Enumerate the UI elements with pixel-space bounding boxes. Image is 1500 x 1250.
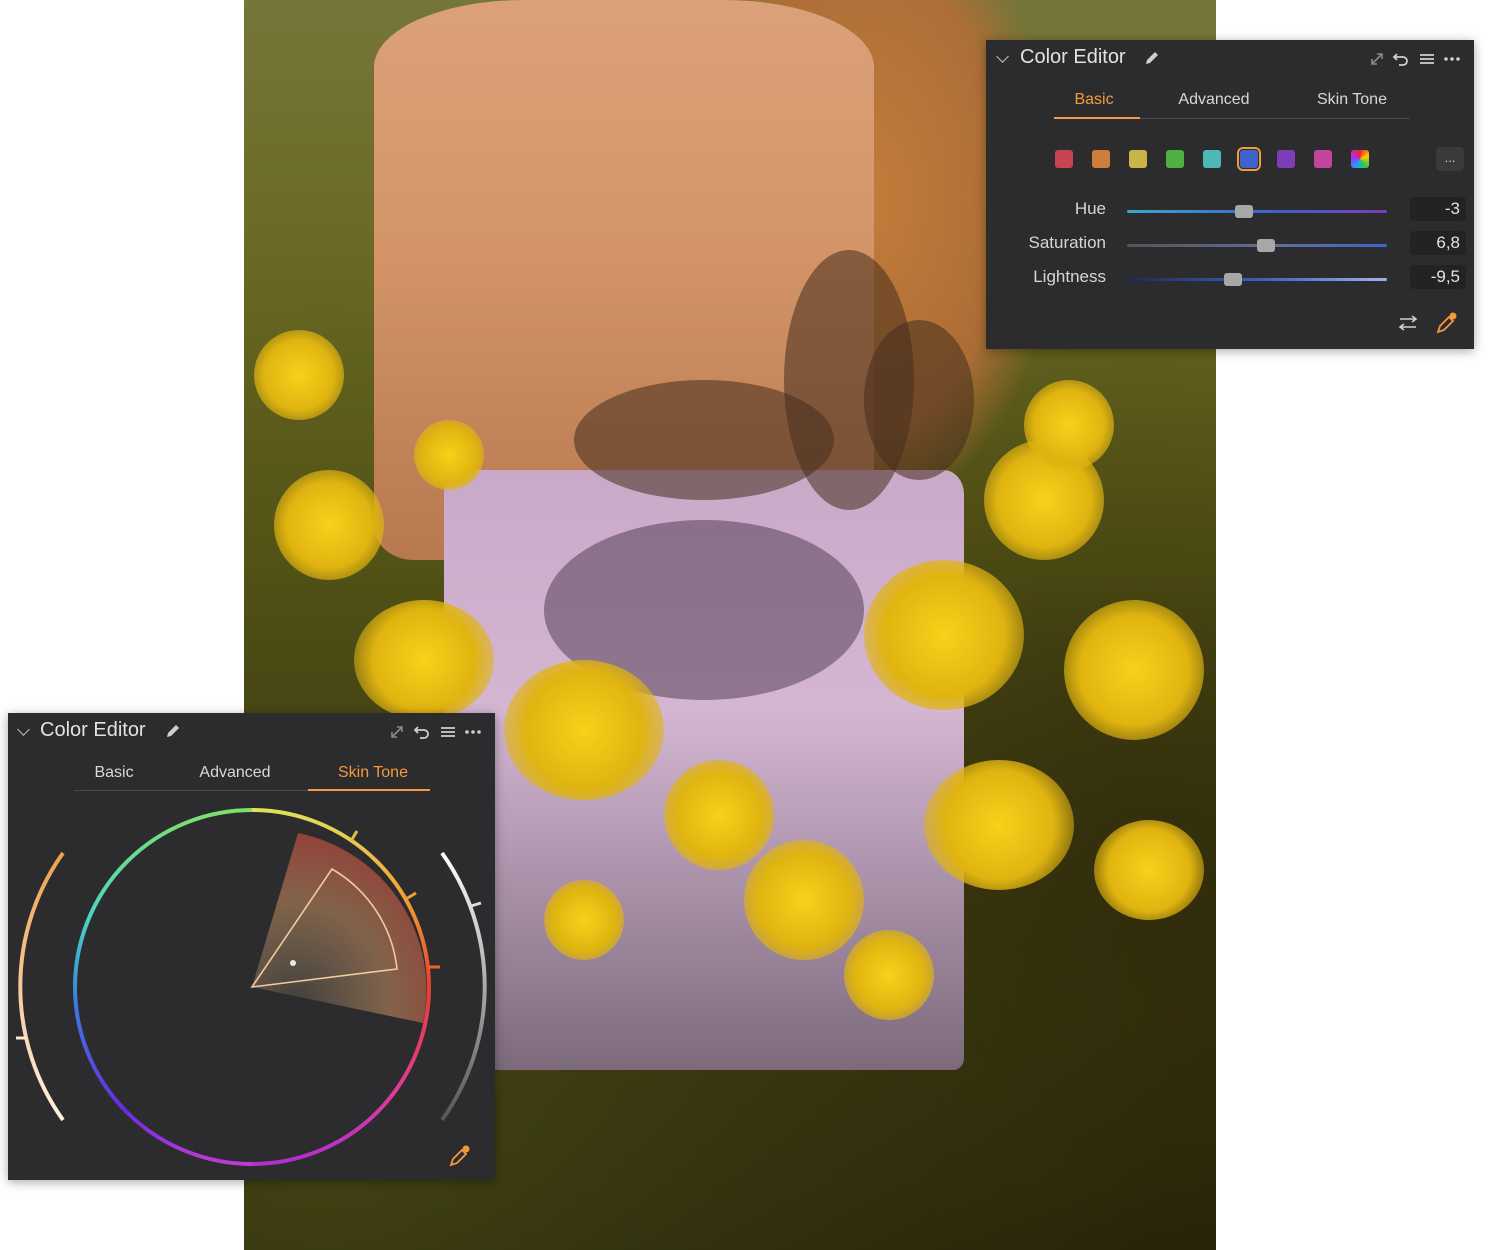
lightness-slider-track[interactable] [1127, 278, 1387, 281]
saturation-slider-thumb[interactable] [1257, 239, 1275, 252]
swatch-purple[interactable] [1277, 150, 1295, 168]
photo-flower [504, 660, 664, 800]
expand-icon[interactable] [1368, 50, 1386, 68]
photo-flower [274, 470, 384, 580]
swatch-cyan[interactable] [1203, 150, 1221, 168]
swap-arrows-icon[interactable] [1398, 314, 1418, 332]
hue-label: Hue [1074, 199, 1106, 218]
panel-title: Color Editor [1020, 46, 1126, 68]
swatch-blue[interactable] [1237, 147, 1261, 171]
lightness-label: Lightness [1033, 267, 1106, 286]
swatch-magenta[interactable] [1314, 150, 1332, 168]
photo-flower [924, 760, 1074, 890]
swatch-green[interactable] [1166, 150, 1184, 168]
collapse-chevron-icon[interactable] [17, 723, 30, 736]
photo-flower [664, 760, 774, 870]
tab-skin-tone[interactable]: Skin Tone [1304, 85, 1400, 115]
swatch-multicolor[interactable] [1351, 150, 1369, 168]
swatch-red[interactable] [1055, 150, 1073, 168]
tab-skin-tone[interactable]: Skin Tone [325, 758, 421, 788]
tab-advanced[interactable]: Advanced [187, 758, 283, 788]
photo-flower [1024, 380, 1114, 470]
swatch-orange[interactable] [1092, 150, 1110, 168]
menu-icon[interactable] [1418, 50, 1436, 68]
photo-shadow [574, 380, 834, 500]
photo-flower [414, 420, 484, 490]
menu-icon[interactable] [439, 723, 457, 741]
photo-flower [1094, 820, 1204, 920]
hue-value[interactable]: -3 [1410, 197, 1466, 221]
photo-flower [844, 930, 934, 1020]
hue-slider-track[interactable] [1127, 210, 1387, 213]
photo-flower [354, 600, 494, 720]
expand-icon[interactable] [388, 723, 406, 741]
panel-title: Color Editor [40, 719, 146, 741]
picker-pen-icon[interactable] [165, 723, 181, 739]
color-picker-icon[interactable] [1435, 311, 1459, 335]
photo-flower [864, 560, 1024, 710]
color-picker-icon[interactable] [448, 1144, 472, 1168]
color-editor-panel-skin-tone: Color Editor Basic Advanced Skin Tone [8, 713, 495, 1180]
reset-icon[interactable] [413, 723, 431, 741]
photo-flower [254, 330, 344, 420]
reset-icon[interactable] [1392, 50, 1410, 68]
more-swatches-button[interactable]: ... [1436, 147, 1464, 171]
more-options-icon[interactable] [1443, 50, 1461, 68]
tab-basic[interactable]: Basic [74, 758, 154, 788]
picker-pen-icon[interactable] [1144, 50, 1160, 66]
lightness-value[interactable]: -9,5 [1410, 265, 1466, 289]
tab-active-indicator [308, 789, 430, 791]
lightness-slider-thumb[interactable] [1224, 273, 1242, 286]
tab-advanced[interactable]: Advanced [1166, 85, 1262, 115]
tab-basic[interactable]: Basic [1054, 85, 1134, 115]
collapse-chevron-icon[interactable] [996, 50, 1009, 63]
saturation-value[interactable]: 6,8 [1410, 231, 1466, 255]
skin-tone-color-wheel[interactable] [8, 793, 495, 1180]
more-options-icon[interactable] [464, 723, 482, 741]
swatch-yellow[interactable] [1129, 150, 1147, 168]
photo-flower [744, 840, 864, 960]
photo-flower [544, 880, 624, 960]
photo-flower [1064, 600, 1204, 740]
hue-slider-thumb[interactable] [1235, 205, 1253, 218]
saturation-label: Saturation [1028, 233, 1107, 252]
color-editor-panel-basic: Color Editor Basic Advanced Skin Tone ..… [986, 40, 1474, 349]
tab-active-indicator [1054, 117, 1140, 119]
photo-shadow [864, 320, 974, 480]
